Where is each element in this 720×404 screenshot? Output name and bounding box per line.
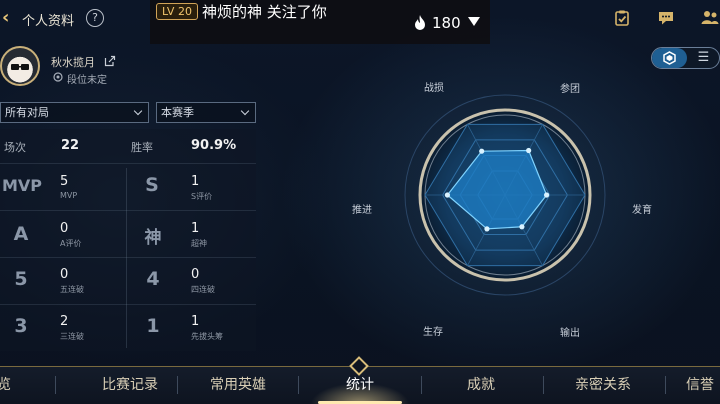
tab-reputation[interactable]: 信誉 [686, 374, 720, 396]
tab-favorite-heroes[interactable]: 常用英雄 [178, 374, 298, 396]
rank-icon [53, 72, 63, 82]
first-blood-label: 先拔头筹 [191, 332, 223, 341]
radar-label-survival: 生存 [423, 327, 443, 338]
radar-label-teamfight: 参团 [560, 84, 580, 95]
mvp-value: 5 [60, 174, 69, 189]
radar-label-damage-taken: 战损 [424, 83, 444, 94]
triple-kill-label: 三连破 [60, 332, 84, 341]
rank-status-text: 段位未定 [67, 75, 107, 86]
season-value: 本赛季 [161, 106, 194, 119]
penta-kill-value: 0 [60, 267, 69, 282]
hexagon-icon [663, 51, 676, 65]
legendary-badge-icon: 神 [144, 228, 162, 248]
radar-point [444, 192, 450, 198]
radar-view-button[interactable] [652, 48, 687, 68]
notification-text: 神烦的神 关注了你 [202, 3, 327, 21]
notification-level-badge: LV 20 [156, 3, 198, 20]
legendary-value: 1 [191, 221, 200, 236]
row-divider [0, 163, 256, 164]
quadra-kill-value: 0 [191, 267, 200, 282]
list-view-button[interactable]: ☰ [687, 48, 719, 68]
matches-label: 场次 [4, 141, 26, 154]
s-rating-label: S评价 [191, 192, 213, 201]
a-rating-value: 0 [60, 221, 69, 236]
radar-point [484, 226, 490, 232]
radar-label-push: 推进 [352, 205, 372, 216]
avatar-face-icon [11, 64, 29, 70]
column-divider [126, 168, 127, 348]
quadra-kill-badge-icon: 4 [146, 268, 160, 290]
match-mode-dropdown[interactable]: 所有对局 [0, 102, 149, 123]
radar-label-damage: 输出 [560, 328, 580, 339]
fire-icon [415, 15, 425, 30]
triple-kill-badge-icon: 3 [14, 315, 28, 337]
row-divider [0, 257, 256, 258]
chat-icon[interactable] [657, 9, 675, 27]
a-rating-label: A评价 [60, 239, 82, 248]
triple-kill-value: 2 [60, 314, 69, 329]
radar-point [526, 147, 532, 154]
clipboard-check-icon[interactable] [613, 9, 631, 27]
s-rating-badge-icon: S [145, 174, 159, 196]
page-title: 个人资料 [22, 14, 75, 29]
list-icon: ☰ [697, 50, 710, 65]
tab-separator [298, 376, 299, 394]
edit-share-icon[interactable] [104, 55, 116, 67]
penta-kill-badge-icon: 5 [14, 268, 28, 290]
tab-separator [55, 376, 56, 394]
row-divider [0, 304, 256, 305]
radar-point [479, 148, 485, 154]
tab-statistics[interactable]: 统计 [300, 374, 420, 396]
ability-radar-chart [404, 94, 606, 296]
a-rating-badge-icon: A [13, 223, 29, 245]
first-blood-value: 1 [191, 314, 200, 329]
winrate-label: 胜率 [131, 141, 153, 154]
winrate-value: 90.9% [191, 138, 237, 153]
friends-icon[interactable] [701, 9, 719, 27]
tab-overview[interactable]: 览 [0, 374, 16, 396]
matches-value: 22 [61, 138, 80, 153]
avatar[interactable] [0, 46, 40, 86]
back-arrow-icon[interactable]: ‹ [2, 9, 16, 27]
tab-achievements[interactable]: 成就 [421, 374, 541, 396]
first-blood-badge-icon: 1 [146, 315, 160, 337]
season-dropdown[interactable]: 本赛季 [156, 102, 256, 123]
tab-intimacy[interactable]: 亲密关系 [543, 374, 663, 396]
legendary-label: 超神 [191, 239, 207, 248]
tab-separator [665, 376, 666, 394]
s-rating-value: 1 [191, 174, 200, 189]
player-name: 秋水揽月 [51, 56, 95, 69]
heat-count: 180 [432, 14, 461, 32]
mvp-badge-icon: MVP [2, 176, 43, 195]
chevron-down-icon [133, 106, 143, 116]
mvp-label: MVP [60, 191, 78, 200]
help-icon[interactable]: ? [86, 9, 104, 27]
radar-point [519, 224, 525, 230]
penta-kill-label: 五连破 [60, 285, 84, 294]
chevron-down-icon [240, 106, 250, 116]
radar-label-farming: 发育 [632, 205, 652, 216]
view-toggle: ☰ [651, 47, 720, 69]
row-divider [0, 210, 256, 211]
radar-point [544, 192, 550, 198]
dropdown-triangle-icon[interactable] [468, 17, 480, 26]
tab-match-history[interactable]: 比赛记录 [70, 374, 190, 396]
match-mode-value: 所有对局 [5, 106, 49, 119]
quadra-kill-label: 四连破 [191, 285, 215, 294]
